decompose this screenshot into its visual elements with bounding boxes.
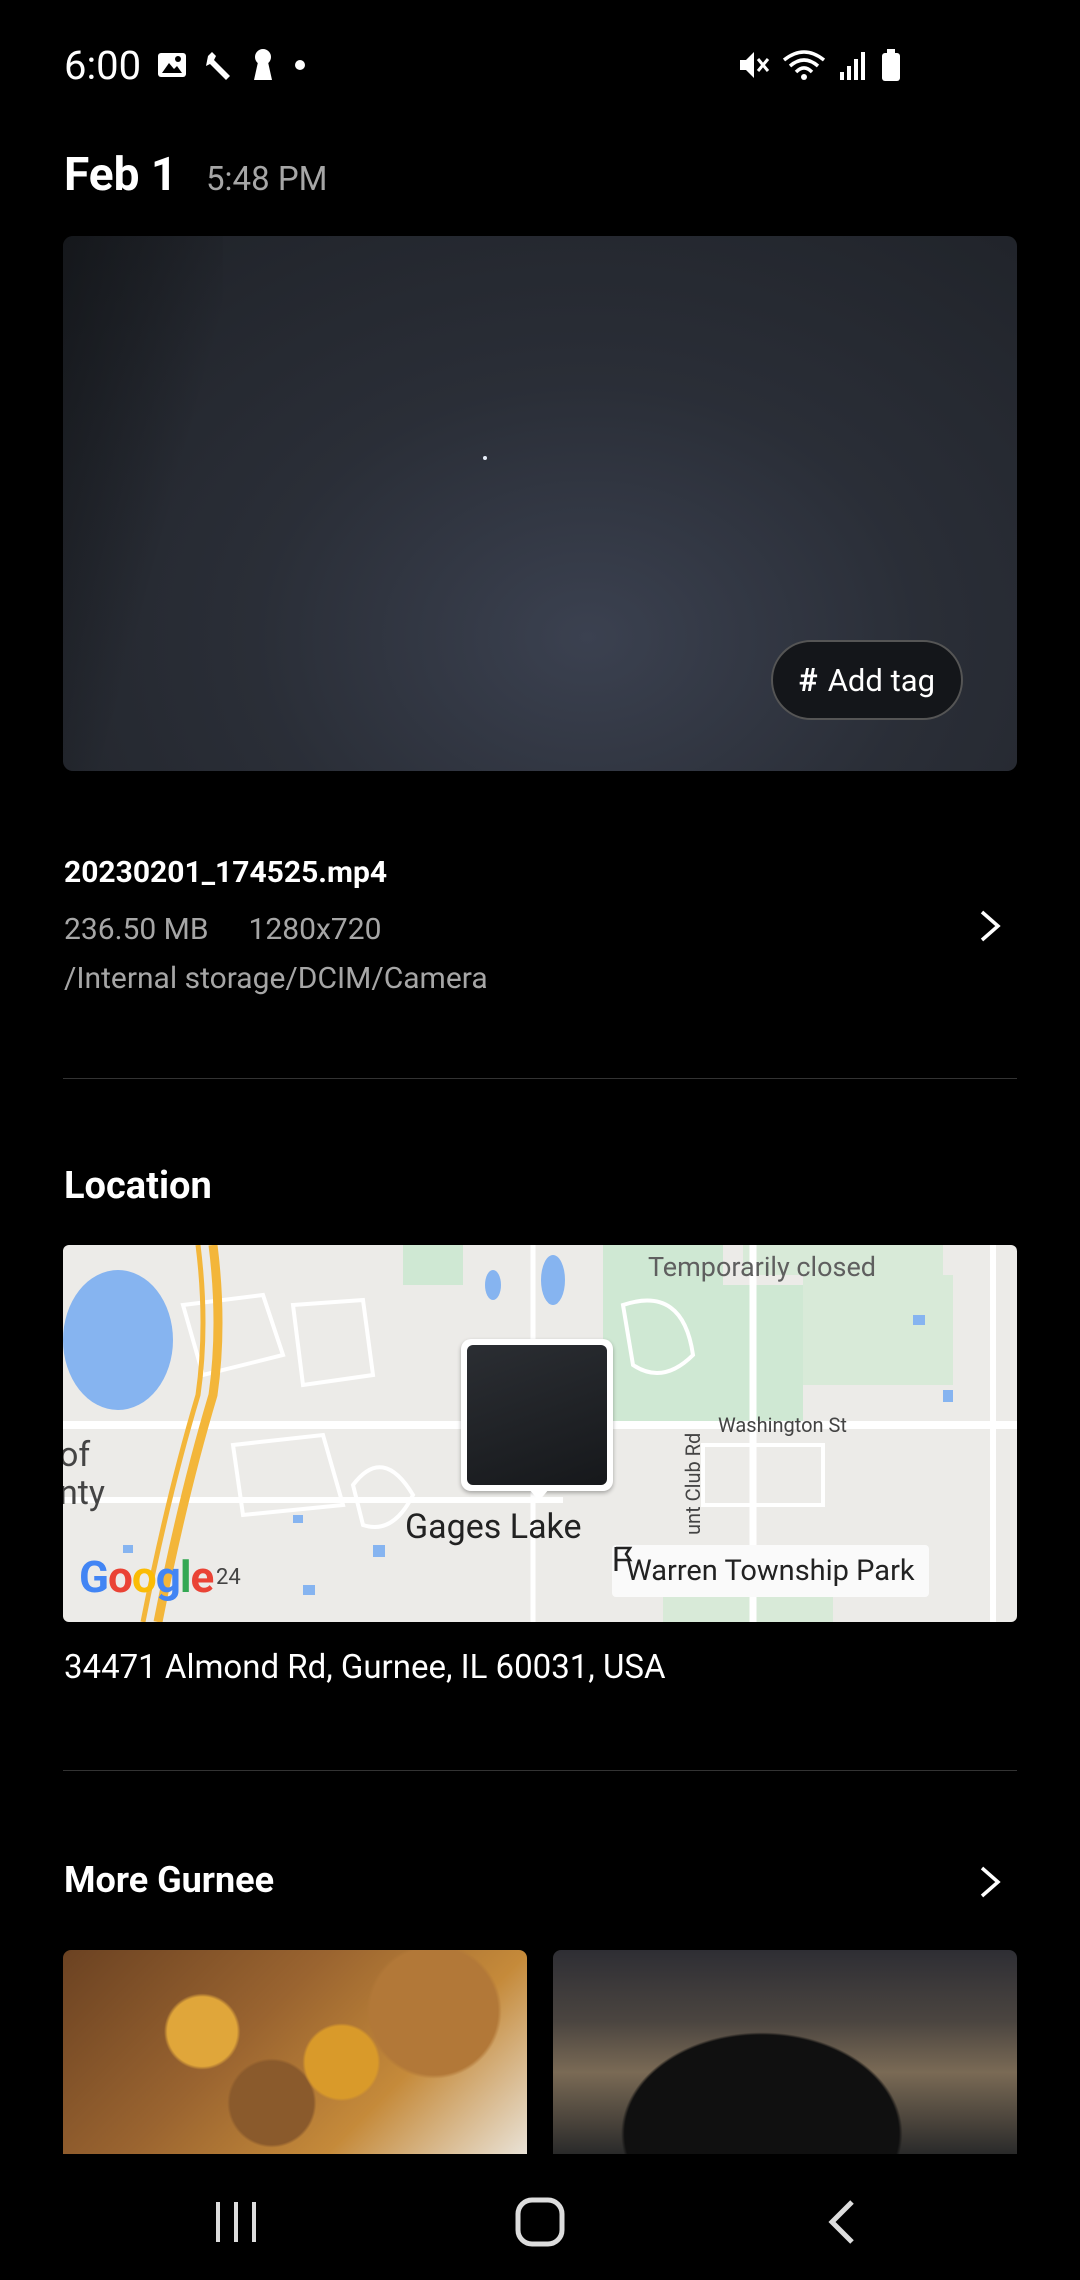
map-label-gages-lake: Gages Lake xyxy=(405,1507,582,1547)
map-label-cut-2: nty xyxy=(63,1473,105,1513)
star-dot xyxy=(483,456,487,460)
wifi-icon xyxy=(782,50,826,80)
battery-icon xyxy=(882,49,900,81)
file-size: 236.50 MB xyxy=(64,912,209,947)
map-park-label[interactable]: Warren Township Park xyxy=(612,1545,929,1597)
photo-thumbnail-food[interactable] xyxy=(63,1950,527,2154)
more-chevron-icon[interactable] xyxy=(978,1864,1002,1900)
file-resolution: 1280x720 xyxy=(248,912,382,947)
location-map[interactable]: Temporarily closed Washington St unt Clu… xyxy=(63,1245,1017,1622)
divider xyxy=(63,1770,1017,1771)
map-route-number: 24 xyxy=(216,1565,241,1590)
mute-icon xyxy=(740,52,770,78)
map-label-club-rd: unt Club Rd xyxy=(681,1432,705,1535)
media-preview[interactable]: # Add tag xyxy=(63,236,1017,771)
map-label-cut-1: of xyxy=(63,1435,91,1475)
back-icon[interactable] xyxy=(826,2198,858,2246)
signal-icon xyxy=(840,52,865,80)
location-address: 34471 Almond Rd, Gurnee, IL 60031, USA xyxy=(64,1648,666,1687)
home-icon[interactable] xyxy=(514,2196,566,2248)
file-name: 20230201_174525.mp4 xyxy=(64,855,388,890)
flag-icon xyxy=(614,1546,633,1571)
file-details-chevron-icon[interactable] xyxy=(978,908,1002,944)
navigation-bar xyxy=(0,2160,1080,2280)
divider xyxy=(63,1078,1017,1079)
map-photo-thumbnail[interactable] xyxy=(461,1339,613,1491)
status-time: 6:00 xyxy=(64,42,142,89)
tree-shadow xyxy=(63,236,223,771)
keyhole-icon xyxy=(254,49,272,80)
map-park-name: Warren Township Park xyxy=(626,1554,915,1588)
recents-icon[interactable] xyxy=(212,2200,262,2244)
google-logo: Google xyxy=(79,1551,214,1603)
add-tag-label: Add tag xyxy=(827,661,935,699)
wrench-icon xyxy=(206,52,230,80)
status-icons-left xyxy=(156,48,310,82)
more-section-title: More Gurnee xyxy=(64,1859,275,1901)
file-meta: 236.50 MB 1280x720 xyxy=(64,912,381,947)
status-icons-right xyxy=(736,48,902,82)
map-pin-pointer xyxy=(529,1489,549,1501)
hashtag-icon: # xyxy=(798,661,818,699)
map-label-washington-st: Washington St xyxy=(718,1413,847,1437)
capture-date: Feb 1 xyxy=(64,148,178,202)
location-title: Location xyxy=(64,1164,212,1208)
gallery-icon xyxy=(158,53,186,77)
dot-icon xyxy=(295,60,305,70)
map-label-temporarily-closed: Temporarily closed xyxy=(648,1251,876,1283)
add-tag-button[interactable]: # Add tag xyxy=(770,640,963,720)
photo-thumbnail-cat[interactable] xyxy=(553,1950,1017,2154)
file-path: /Internal storage/DCIM/Camera xyxy=(64,961,488,996)
capture-time: 5:48 PM xyxy=(206,160,328,199)
